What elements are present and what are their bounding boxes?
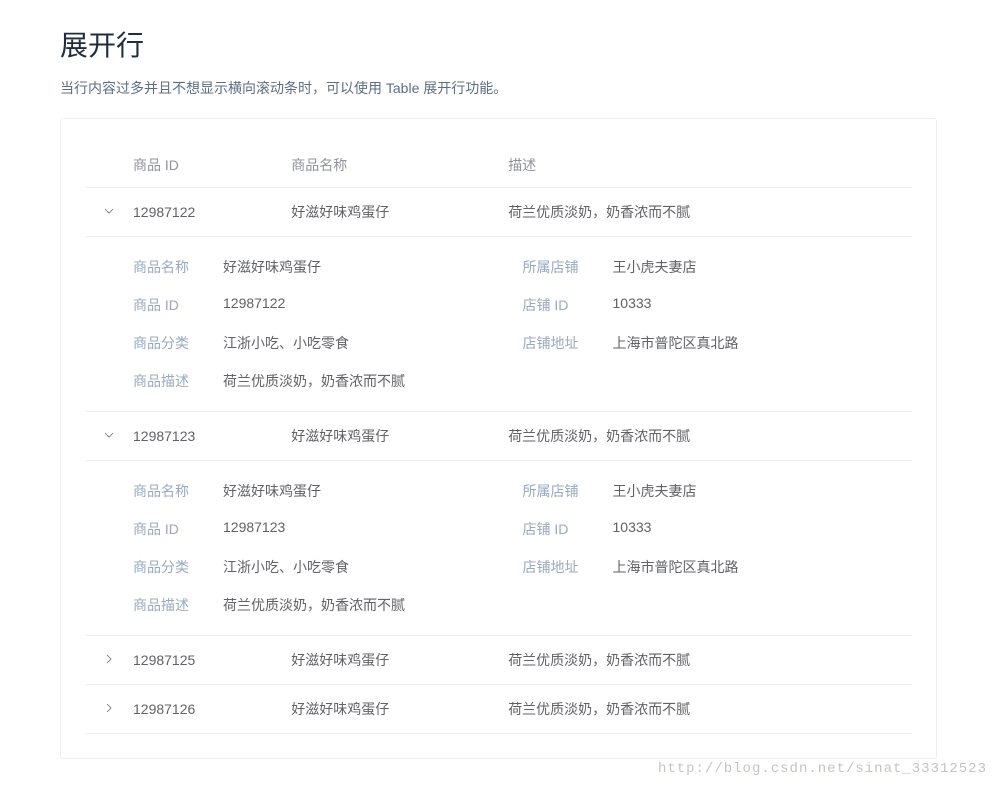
value-description: 荷兰优质淡奶，奶香浓而不腻 [223, 595, 912, 615]
cell-product-id: 12987122 [133, 188, 291, 237]
label-address: 店铺地址 [523, 333, 613, 353]
expanded-row: 商品名称好滋好味鸡蛋仔所属店铺王小虎夫妻店商品 ID12987122店铺 ID1… [85, 237, 912, 412]
chevron-right-icon[interactable] [103, 429, 115, 441]
detail-form: 商品名称好滋好味鸡蛋仔所属店铺王小虎夫妻店商品 ID12987122店铺 ID1… [133, 257, 912, 391]
label-description: 商品描述 [133, 595, 223, 615]
label-product-name: 商品名称 [133, 481, 223, 501]
table-row: 12987123好滋好味鸡蛋仔荷兰优质淡奶，奶香浓而不腻 [85, 412, 912, 461]
header-product-name: 商品名称 [291, 143, 508, 188]
table-header-row: 商品 ID 商品名称 描述 [85, 143, 912, 188]
label-category: 商品分类 [133, 333, 223, 353]
label-description: 商品描述 [133, 371, 223, 391]
value-product-name: 好滋好味鸡蛋仔 [223, 481, 523, 501]
table-row: 12987125好滋好味鸡蛋仔荷兰优质淡奶，奶香浓而不腻 [85, 636, 912, 685]
expanded-row: 商品名称好滋好味鸡蛋仔所属店铺王小虎夫妻店商品 ID12987123店铺 ID1… [85, 461, 912, 636]
chevron-right-icon[interactable] [103, 702, 115, 714]
chevron-right-icon[interactable] [103, 653, 115, 665]
watermark: http://blog.csdn.net/sinat_33312523 [658, 761, 987, 777]
value-category: 江浙小吃、小吃零食 [223, 557, 523, 577]
cell-product-id: 12987125 [133, 636, 291, 685]
cell-description: 荷兰优质淡奶，奶香浓而不腻 [508, 188, 912, 237]
cell-description: 荷兰优质淡奶，奶香浓而不腻 [508, 636, 912, 685]
label-shop: 所属店铺 [523, 481, 613, 501]
page-description: 当行内容过多并且不想显示横向滚动条时，可以使用 Table 展开行功能。 [60, 78, 937, 98]
label-shop-id: 店铺 ID [523, 295, 613, 315]
value-shop-id: 10333 [613, 519, 913, 539]
value-address: 上海市普陀区真北路 [613, 557, 913, 577]
expand-column-header [85, 143, 133, 188]
cell-product-id: 12987123 [133, 412, 291, 461]
value-product-name: 好滋好味鸡蛋仔 [223, 257, 523, 277]
value-shop: 王小虎夫妻店 [613, 481, 913, 501]
label-product-id: 商品 ID [133, 295, 223, 315]
value-shop: 王小虎夫妻店 [613, 257, 913, 277]
table-row: 12987126好滋好味鸡蛋仔荷兰优质淡奶，奶香浓而不腻 [85, 685, 912, 734]
value-address: 上海市普陀区真北路 [613, 333, 913, 353]
label-shop-id: 店铺 ID [523, 519, 613, 539]
detail-form: 商品名称好滋好味鸡蛋仔所属店铺王小虎夫妻店商品 ID12987123店铺 ID1… [133, 481, 912, 615]
chevron-right-icon[interactable] [103, 205, 115, 217]
label-product-id: 商品 ID [133, 519, 223, 539]
label-product-name: 商品名称 [133, 257, 223, 277]
label-shop: 所属店铺 [523, 257, 613, 277]
cell-product-name: 好滋好味鸡蛋仔 [291, 412, 508, 461]
value-product-id: 12987122 [223, 295, 523, 315]
header-product-id: 商品 ID [133, 143, 291, 188]
cell-product-name: 好滋好味鸡蛋仔 [291, 636, 508, 685]
cell-description: 荷兰优质淡奶，奶香浓而不腻 [508, 685, 912, 734]
value-description: 荷兰优质淡奶，奶香浓而不腻 [223, 371, 912, 391]
table-card: 商品 ID 商品名称 描述 12987122好滋好味鸡蛋仔荷兰优质淡奶，奶香浓而… [60, 118, 937, 759]
cell-product-name: 好滋好味鸡蛋仔 [291, 685, 508, 734]
page-title: 展开行 [60, 24, 937, 64]
cell-product-id: 12987126 [133, 685, 291, 734]
label-address: 店铺地址 [523, 557, 613, 577]
cell-product-name: 好滋好味鸡蛋仔 [291, 188, 508, 237]
expand-table: 商品 ID 商品名称 描述 12987122好滋好味鸡蛋仔荷兰优质淡奶，奶香浓而… [85, 143, 912, 734]
value-category: 江浙小吃、小吃零食 [223, 333, 523, 353]
value-shop-id: 10333 [613, 295, 913, 315]
value-product-id: 12987123 [223, 519, 523, 539]
header-description: 描述 [508, 143, 912, 188]
cell-description: 荷兰优质淡奶，奶香浓而不腻 [508, 412, 912, 461]
table-row: 12987122好滋好味鸡蛋仔荷兰优质淡奶，奶香浓而不腻 [85, 188, 912, 237]
label-category: 商品分类 [133, 557, 223, 577]
